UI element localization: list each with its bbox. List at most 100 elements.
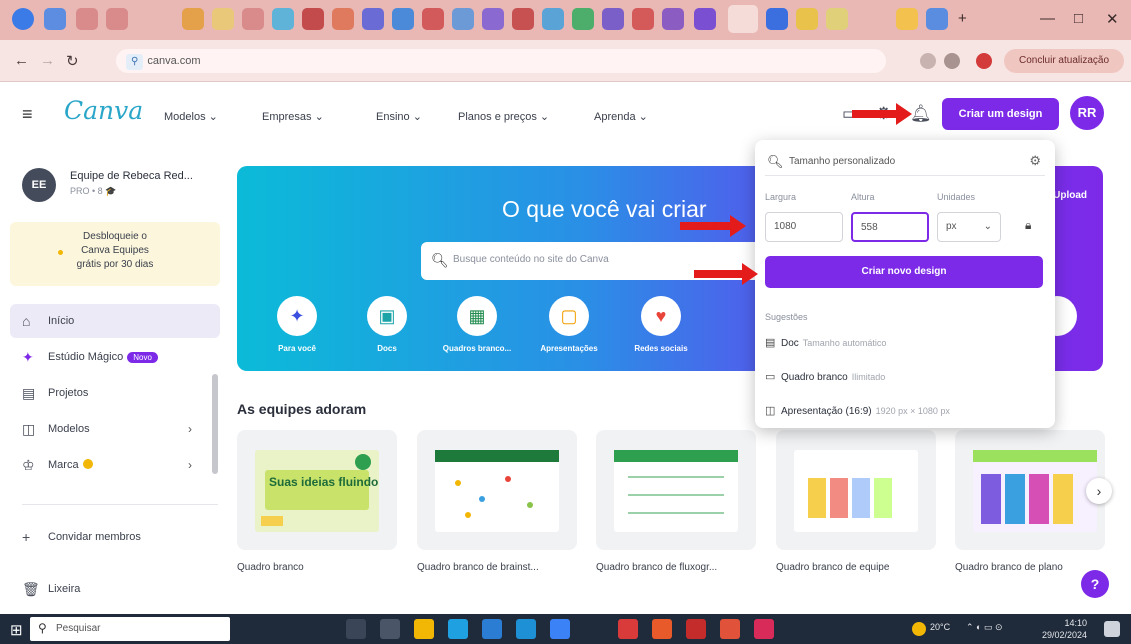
tab-icon[interactable] — [332, 8, 354, 30]
tab-icon[interactable] — [766, 8, 788, 30]
sidebar-item-estudio-magico[interactable]: ✦ Estúdio Mágico Novo — [10, 340, 220, 374]
teams-promo-card[interactable]: Desbloqueie o Canva Equipes grátis por 3… — [10, 222, 220, 286]
suggestion-doc[interactable]: ▤ Doc Tamanho automático — [765, 336, 886, 358]
tab-icon[interactable] — [572, 8, 594, 30]
profile-icon[interactable] — [976, 53, 992, 69]
template-card[interactable] — [596, 430, 756, 550]
system-tray-icons[interactable]: ⌃ ◐ ▭ ⊙ — [966, 622, 1003, 633]
avatar[interactable]: RR — [1070, 96, 1104, 130]
taskbar-app-icon[interactable] — [380, 619, 400, 639]
extension-icon[interactable] — [920, 53, 936, 69]
tab-icon[interactable] — [106, 8, 128, 30]
tab-icon[interactable] — [44, 8, 66, 30]
sidebar-scrollbar[interactable] — [212, 374, 218, 474]
file-explorer-icon[interactable] — [414, 619, 434, 639]
windows-start-icon[interactable]: ⊞ — [10, 621, 23, 639]
back-icon[interactable]: ← — [14, 52, 29, 69]
tab-icon[interactable] — [542, 8, 564, 30]
tab-icon[interactable] — [452, 8, 474, 30]
taskbar-app-icon[interactable] — [720, 619, 740, 639]
tab-icon[interactable] — [694, 8, 716, 30]
suggestion-presentation[interactable]: ◫ Apresentação (16:9) 1920 px × 1080 px — [765, 404, 950, 426]
taskbar-app-icon[interactable] — [754, 619, 774, 639]
nav-modelos[interactable]: Modelos ⌄ — [164, 110, 218, 123]
template-card[interactable] — [417, 430, 577, 550]
tab-icon[interactable] — [602, 8, 624, 30]
weather-icon[interactable] — [912, 622, 926, 636]
carousel-next-button[interactable]: › — [1086, 478, 1112, 504]
nav-empresas[interactable]: Empresas ⌄ — [262, 110, 324, 123]
tab-icon[interactable] — [212, 8, 234, 30]
site-info-icon[interactable]: ⚲ — [126, 54, 144, 70]
maximize-icon[interactable]: □ — [1074, 10, 1083, 27]
tab-icon[interactable] — [182, 8, 204, 30]
canva-logo[interactable]: Canva — [64, 96, 143, 125]
tab-canva-active[interactable] — [728, 5, 758, 33]
task-view-icon[interactable] — [346, 619, 366, 639]
finish-update-button[interactable]: Concluir atualização — [1004, 49, 1124, 73]
category-redes-sociais[interactable]: ♥ Redes sociais — [621, 296, 701, 353]
width-input[interactable]: 1080 — [765, 212, 843, 242]
taskbar-app-icon[interactable] — [652, 619, 672, 639]
reload-icon[interactable]: ↻ — [66, 52, 79, 70]
tab-icon[interactable] — [76, 8, 98, 30]
new-tab-icon[interactable]: + — [958, 10, 967, 27]
tab-icon[interactable] — [896, 8, 918, 30]
clock[interactable]: 14:10 29/02/2024 — [1042, 617, 1087, 641]
units-select[interactable]: px ⌄ — [937, 212, 1001, 242]
taskbar-search-input[interactable]: ⚲ Pesquisar — [30, 617, 230, 641]
nav-ensino[interactable]: Ensino ⌄ — [376, 110, 422, 123]
create-design-button[interactable]: Criar um design — [942, 98, 1059, 130]
gear-icon[interactable]: ⚙ — [1029, 153, 1041, 169]
sidebar-item-marca[interactable]: ♔ Marca › — [10, 448, 220, 482]
upload-link[interactable]: Upload — [1053, 190, 1087, 201]
tab-icon[interactable] — [302, 8, 324, 30]
tab-icon[interactable] — [826, 8, 848, 30]
tab-icon[interactable] — [926, 8, 948, 30]
tab-icon[interactable] — [482, 8, 504, 30]
notifications-icon[interactable] — [1104, 621, 1120, 637]
tab-icon[interactable] — [796, 8, 818, 30]
taskbar-app-icon[interactable] — [516, 619, 536, 639]
sidebar-item-lixeira[interactable]: 🗑︎ Lixeira — [10, 572, 220, 606]
taskbar-app-icon[interactable] — [550, 619, 570, 639]
forward-icon[interactable]: → — [40, 52, 55, 69]
invite-members-button[interactable]: + Convidar membros — [10, 520, 220, 554]
tab-icon[interactable] — [512, 8, 534, 30]
height-input[interactable]: 558 — [851, 212, 929, 242]
sidebar-item-projetos[interactable]: ▤ Projetos — [10, 376, 220, 410]
create-new-design-button[interactable]: Criar novo design — [765, 256, 1043, 288]
chrome-icon[interactable] — [686, 619, 706, 639]
category-apresentacoes[interactable]: ▢ Apresentações — [529, 296, 609, 353]
category-para-voce[interactable]: ✦ Para você — [257, 296, 337, 353]
browser-menu-icon[interactable] — [12, 8, 34, 30]
taskbar-app-icon[interactable] — [448, 619, 468, 639]
taskbar-app-icon[interactable] — [482, 619, 502, 639]
help-button[interactable]: ? — [1081, 570, 1109, 598]
taskbar-app-icon[interactable] — [618, 619, 638, 639]
nav-aprenda[interactable]: Aprenda ⌄ — [594, 110, 648, 123]
category-quadros-branco[interactable]: ▦ Quadros branco... — [437, 296, 517, 353]
url-field[interactable]: ⚲ canva.com — [116, 49, 886, 73]
category-docs[interactable]: ▣ Docs — [347, 296, 427, 353]
tab-icon[interactable] — [422, 8, 444, 30]
popup-search-input[interactable]: 🔍︎ Tamanho personalizado ⚙ — [765, 148, 1045, 176]
tab-icon[interactable] — [362, 8, 384, 30]
close-window-icon[interactable]: ✕ — [1106, 10, 1119, 28]
template-card[interactable] — [776, 430, 936, 550]
lock-ratio-icon[interactable]: 🔒︎ — [1025, 218, 1031, 233]
sidebar-item-inicio[interactable]: ⌂ Início — [10, 304, 220, 338]
bell-icon[interactable]: 🔔︎ — [910, 104, 932, 124]
menu-icon[interactable]: ≡ — [22, 104, 33, 125]
tab-icon[interactable] — [392, 8, 414, 30]
sidebar-item-modelos[interactable]: ◫ Modelos › — [10, 412, 220, 446]
nav-planos[interactable]: Planos e preços ⌄ — [458, 110, 549, 123]
bookmark-star-icon[interactable] — [944, 53, 960, 69]
template-card[interactable] — [955, 430, 1105, 550]
tab-icon[interactable] — [242, 8, 264, 30]
tab-icon[interactable] — [662, 8, 684, 30]
minimize-icon[interactable]: — — [1040, 10, 1055, 27]
template-card[interactable]: Suas ideias fluindo — [237, 430, 397, 550]
suggestion-whiteboard[interactable]: ▭ Quadro branco Ilimitado — [765, 370, 885, 392]
tab-icon[interactable] — [272, 8, 294, 30]
